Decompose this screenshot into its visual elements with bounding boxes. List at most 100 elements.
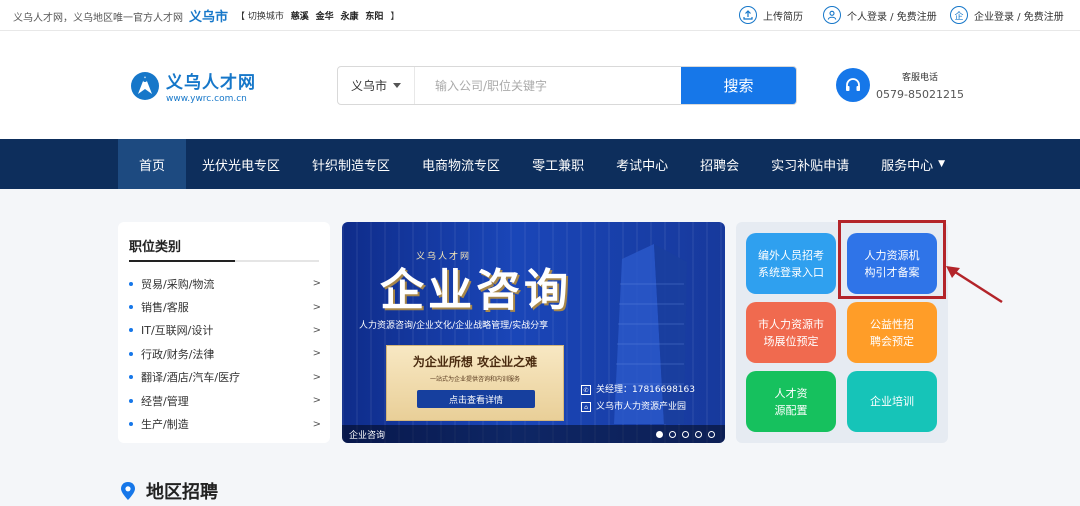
promo-title: 为企业所想 攻企业之难 xyxy=(412,355,538,369)
bullet-icon xyxy=(129,422,133,427)
category-label: 经营/管理 xyxy=(141,394,189,408)
highlight-box xyxy=(838,220,946,299)
category-item[interactable]: 翻译/酒店/汽车/医疗 > xyxy=(129,366,321,389)
category-title: 职位类别 xyxy=(129,240,182,255)
carousel-dot[interactable] xyxy=(695,431,702,438)
nav-item-exam[interactable]: 考试中心 xyxy=(600,139,684,189)
search-button[interactable]: 搜索 xyxy=(681,67,796,104)
quick-link-booth-booking[interactable]: 市人力资源市场展位预定 xyxy=(746,302,836,363)
site-intro: 义乌人才网，义乌地区唯一官方人才网 xyxy=(13,13,183,24)
service-phone: 0579-85021215 xyxy=(876,87,964,101)
job-category-panel: 职位类别 贸易/采购/物流 > 销售/客服 > IT/互联网/设计 > 行政/财务/法… xyxy=(118,222,330,443)
quick-link-training[interactable]: 企业培训 xyxy=(847,371,937,432)
main-nav: 首页 光伏光电专区 针织制造专区 电商物流专区 零工兼职 考试中心 招聘会 实习… xyxy=(0,139,1080,189)
headset-icon xyxy=(836,68,870,102)
bullet-icon xyxy=(129,375,133,380)
bullet-icon xyxy=(129,351,133,356)
category-item[interactable]: 行政/财务/法律 > xyxy=(129,342,321,365)
top-bar: 义乌人才网，义乌地区唯一官方人才网 义乌市 【 切换城市 慈溪 金华 永康 东阳… xyxy=(0,0,1080,31)
nav-item-jobfair[interactable]: 招聘会 xyxy=(684,139,755,189)
logo-url: www.ywrc.com.cn xyxy=(166,94,247,104)
category-item[interactable]: 生产/制造 > xyxy=(129,412,321,435)
site-logo[interactable]: 义乌人才网 www.ywrc.com.cn xyxy=(130,68,256,104)
carousel-dot[interactable] xyxy=(656,431,663,438)
promo-subtitle: 一站式为企业提供咨询和内训服务 xyxy=(429,376,520,383)
view-details-button[interactable]: 点击查看详情 xyxy=(417,390,535,408)
category-label: 生产/制造 xyxy=(141,418,189,432)
category-label: 贸易/采购/物流 xyxy=(141,277,215,291)
phone-icon: ✆ xyxy=(581,384,591,395)
company-login-label: 企业登录 / 免费注册 xyxy=(974,11,1064,23)
nav-item-parttime[interactable]: 零工兼职 xyxy=(516,139,600,189)
search-bar: 义乌市 搜索 xyxy=(337,66,797,105)
banner-caption-bar: 企业咨询 xyxy=(342,425,725,443)
category-item[interactable]: 经营/管理 > xyxy=(129,389,321,412)
nav-item-home[interactable]: 首页 xyxy=(118,139,187,189)
upload-resume-label: 上传简历 xyxy=(763,11,803,23)
quick-link-staff-exam[interactable]: 编外人员招考系统登录入口 xyxy=(746,233,836,294)
banner-contact: ✆ 关经理：17816698163 ⌂ 义乌市人力资源产业园 xyxy=(581,382,695,416)
city-link[interactable]: 金华 xyxy=(316,12,334,22)
chevron-right-icon: > xyxy=(312,418,321,430)
annotation-arrow-icon xyxy=(946,266,1003,304)
logo-icon xyxy=(131,72,159,100)
quick-link-talent-allocation[interactable]: 人才资源配置 xyxy=(746,371,836,432)
chevron-right-icon: > xyxy=(312,301,321,313)
quick-link-jobfair-booking[interactable]: 公益性招聘会预定 xyxy=(847,302,937,363)
nav-item-service-label: 服务中心 xyxy=(881,158,934,174)
personal-login-link[interactable]: 个人登录 / 免费注册 xyxy=(823,6,937,24)
search-input[interactable] xyxy=(415,67,681,104)
nav-item-internship[interactable]: 实习补贴申请 xyxy=(755,139,865,189)
region-title: 地区招聘 xyxy=(146,482,218,503)
personal-login-label: 个人登录 / 免费注册 xyxy=(847,11,937,23)
bullet-icon xyxy=(129,328,133,333)
location-pin-icon xyxy=(121,482,135,500)
banner-address: 义乌市人力资源产业园 xyxy=(596,402,687,412)
upload-icon xyxy=(739,6,757,24)
carousel-dots xyxy=(656,431,715,438)
chevron-right-icon: > xyxy=(312,324,321,336)
chevron-right-icon: > xyxy=(312,278,321,290)
service-hotline: 客服电话 0579-85021215 xyxy=(836,68,964,102)
chevron-right-icon: > xyxy=(312,395,321,407)
category-label: 销售/客服 xyxy=(141,301,189,315)
carousel-banner[interactable]: 义乌人才网 企业咨询 人力资源咨询/企业文化/企业战略管理/实战分享 为企业所想… xyxy=(342,222,725,443)
nav-item-pv[interactable]: 光伏光电专区 xyxy=(186,139,296,189)
category-item[interactable]: IT/互联网/设计 > xyxy=(129,319,321,342)
category-underline xyxy=(129,260,319,262)
search-city-select[interactable]: 义乌市 xyxy=(338,67,415,104)
current-city[interactable]: 义乌市 xyxy=(189,6,228,25)
chevron-down-icon xyxy=(393,83,401,88)
search-city-value: 义乌市 xyxy=(350,79,387,93)
city-link[interactable]: 永康 xyxy=(341,12,359,22)
service-label: 客服电话 xyxy=(901,72,938,83)
upload-resume-link[interactable]: 上传简历 xyxy=(739,6,803,24)
banner-caption: 企业咨询 xyxy=(349,431,386,441)
bullet-icon xyxy=(129,281,133,286)
nav-item-knitting[interactable]: 针织制造专区 xyxy=(296,139,406,189)
nav-item-ecommerce[interactable]: 电商物流专区 xyxy=(406,139,516,189)
carousel-dot[interactable] xyxy=(708,431,715,438)
switch-city-label[interactable]: 【 切换城市 xyxy=(236,12,284,22)
category-item[interactable]: 贸易/采购/物流 > xyxy=(129,272,321,295)
category-item[interactable]: 销售/客服 > xyxy=(129,295,321,318)
city-link[interactable]: 慈溪 xyxy=(291,12,309,22)
carousel-dot[interactable] xyxy=(669,431,676,438)
home-icon: ⌂ xyxy=(581,401,591,412)
category-label: 翻译/酒店/汽车/医疗 xyxy=(141,371,241,385)
city-switcher: 【 切换城市 慈溪 金华 永康 东阳 】 xyxy=(234,9,401,22)
logo-name: 义乌人才网 xyxy=(166,73,256,93)
city-link[interactable]: 东阳 xyxy=(365,12,383,22)
company-icon: 企 xyxy=(950,6,968,24)
nav-item-service[interactable]: 服务中心 ▼ xyxy=(865,139,961,189)
banner-headline: 企业咨询 xyxy=(380,265,572,316)
carousel-dot[interactable] xyxy=(682,431,689,438)
banner-promo-box: 为企业所想 攻企业之难 一站式为企业提供咨询和内训服务 点击查看详情 xyxy=(386,345,564,421)
site-header: 义乌人才网 www.ywrc.com.cn 义乌市 搜索 客服电话 0579-8… xyxy=(0,31,1080,139)
category-label: IT/互联网/设计 xyxy=(141,324,214,338)
category-label: 行政/财务/法律 xyxy=(141,347,215,361)
caret-down-icon: ▼ xyxy=(938,159,946,169)
region-section-header: 地区招聘 xyxy=(120,478,218,504)
bullet-icon xyxy=(129,305,133,310)
company-login-link[interactable]: 企 企业登录 / 免费注册 xyxy=(950,6,1064,24)
